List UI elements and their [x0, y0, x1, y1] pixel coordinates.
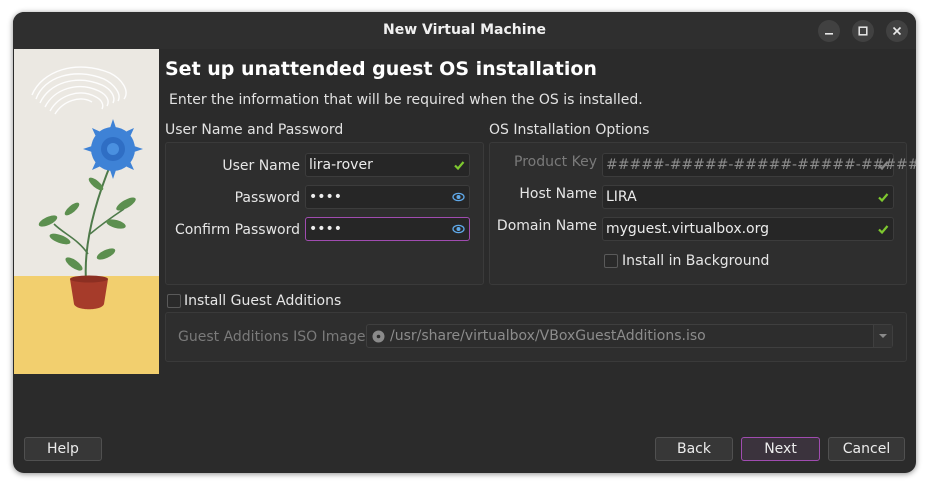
install-background-label[interactable]: Install in Background [622, 253, 769, 269]
iso-dropdown-button[interactable] [873, 325, 892, 347]
os-group-title: OS Installation Options [489, 122, 650, 138]
confirm-password-label: Confirm Password [174, 222, 300, 238]
minimize-button[interactable] [818, 20, 840, 42]
chevron-down-icon [879, 334, 887, 338]
install-guest-additions-label[interactable]: Install Guest Additions [184, 293, 341, 309]
product-key-label: Product Key [514, 154, 597, 170]
back-button[interactable]: Back [655, 437, 733, 461]
confirm-password-field[interactable]: •••• [305, 217, 470, 241]
maximize-button[interactable] [852, 20, 874, 42]
iso-path-value: /usr/share/virtualbox/VBoxGuestAdditions… [390, 328, 706, 344]
next-button[interactable]: Next [741, 437, 820, 461]
iso-image-selector[interactable]: /usr/share/virtualbox/VBoxGuestAdditions… [366, 324, 893, 348]
host-name-value: LIRA [606, 189, 637, 205]
close-button[interactable] [886, 20, 908, 42]
cancel-button[interactable]: Cancel [828, 437, 905, 461]
password-field[interactable]: •••• [305, 185, 470, 209]
install-guest-additions-checkbox[interactable] [167, 294, 181, 308]
new-vm-dialog: New Virtual Machine Set up unattended gu… [13, 12, 916, 473]
domain-name-value: myguest.virtualbox.org [606, 221, 770, 237]
product-key-field[interactable]: #####-#####-#####-#####-##### [602, 153, 916, 177]
window-title: New Virtual Machine [383, 22, 546, 38]
install-background-checkbox[interactable] [604, 254, 618, 268]
password-value: •••• [309, 189, 343, 205]
domain-name-field[interactable]: myguest.virtualbox.org [602, 217, 894, 241]
host-name-field[interactable]: LIRA [602, 185, 894, 209]
maximize-icon [858, 26, 868, 36]
disc-icon [372, 330, 385, 343]
page-title: Set up unattended guest OS installation [165, 58, 597, 80]
wizard-illustration [14, 49, 159, 374]
product-key-value: #####-#####-#####-#####-##### [606, 157, 916, 173]
show-password-eye-icon[interactable] [452, 223, 465, 235]
iso-image-label: Guest Additions ISO Image: [178, 329, 371, 345]
password-label: Password [234, 190, 300, 206]
confirm-password-value: •••• [309, 221, 343, 237]
title-bar[interactable]: New Virtual Machine [13, 12, 916, 49]
username-field[interactable]: lira-rover [305, 153, 470, 177]
minimize-icon [825, 33, 833, 35]
valid-check-icon [878, 225, 889, 235]
valid-check-icon [878, 161, 889, 171]
valid-check-icon [878, 193, 889, 203]
domain-name-label: Domain Name [496, 218, 597, 234]
valid-check-icon [454, 161, 465, 171]
user-group-title: User Name and Password [165, 122, 344, 138]
host-name-label: Host Name [519, 186, 597, 202]
username-value: lira-rover [309, 157, 373, 173]
show-password-eye-icon[interactable] [452, 191, 465, 203]
help-button[interactable]: Help [24, 437, 102, 461]
close-icon [892, 26, 902, 36]
page-description: Enter the information that will be requi… [169, 92, 643, 108]
username-label: User Name [222, 158, 300, 174]
